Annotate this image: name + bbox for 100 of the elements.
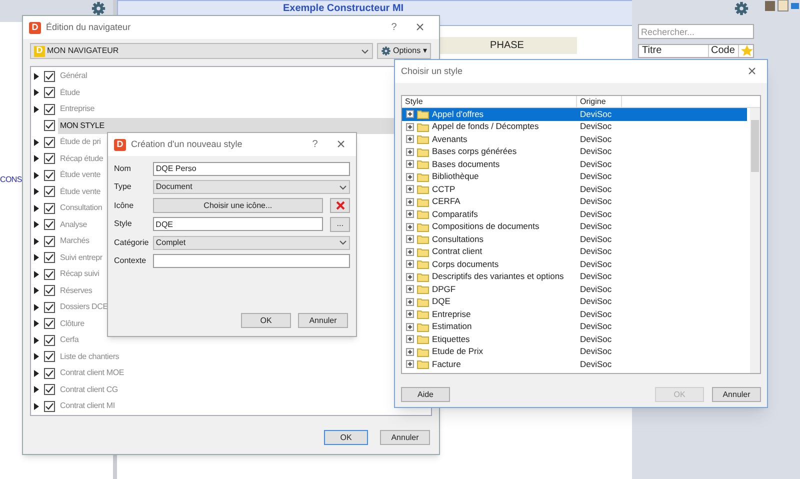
- expand-plus-icon: [406, 110, 414, 118]
- text-field[interactable]: DQE: [152, 217, 324, 232]
- style-origin: DeviSoc: [580, 120, 612, 134]
- cancel-button[interactable]: Annuler: [380, 430, 430, 445]
- choose-icon-button[interactable]: Choisir une icône...: [152, 198, 324, 214]
- checkbox[interactable]: [44, 70, 55, 82]
- checkbox[interactable]: [44, 153, 55, 164]
- style-name: Bases documents: [431, 158, 501, 171]
- checkbox[interactable]: [44, 236, 55, 247]
- style-origin: DeviSoc: [580, 108, 612, 121]
- style-row[interactable]: Corps documents DeviSoc: [402, 258, 747, 270]
- clear-button[interactable]: [330, 198, 350, 214]
- style-row[interactable]: Bibliothèque DeviSoc: [402, 170, 747, 183]
- close-button[interactable]: ×: [743, 64, 761, 79]
- cancel-button[interactable]: Annuler: [298, 313, 348, 328]
- folder-icon: [417, 172, 429, 182]
- style-name: Appel d'offres: [431, 108, 485, 121]
- checkbox[interactable]: [44, 318, 55, 330]
- style-row[interactable]: Etiquettes DeviSoc: [402, 333, 747, 346]
- folder-icon: [417, 209, 429, 220]
- style-row[interactable]: Estimation DeviSoc: [402, 320, 747, 333]
- dropdown[interactable]: Document: [152, 180, 350, 194]
- style-origin: DeviSoc: [580, 345, 612, 358]
- gear-icon: [381, 46, 391, 56]
- style-row[interactable]: Comparatifs DeviSoc: [402, 208, 747, 220]
- style-name: Avenants: [431, 132, 468, 146]
- style-row[interactable]: Contrat client DeviSoc: [402, 246, 747, 258]
- style-row[interactable]: Facture DeviSoc: [402, 358, 747, 370]
- search-field[interactable]: Rechercher...: [638, 24, 754, 39]
- style-origin: DeviSoc: [580, 308, 612, 321]
- style-origin: DeviSoc: [580, 145, 612, 158]
- checkbox[interactable]: [44, 268, 55, 280]
- column-header: Origine: [577, 96, 622, 107]
- checkbox[interactable]: [44, 252, 55, 264]
- close-button[interactable]: ×: [332, 137, 350, 152]
- expand-plus-icon: [406, 148, 414, 156]
- checkbox[interactable]: [44, 302, 55, 313]
- dropdown[interactable]: Complet: [152, 236, 350, 250]
- help-button[interactable]: Aide: [401, 387, 450, 402]
- folder-icon: [417, 334, 429, 344]
- style-row[interactable]: Avenants DeviSoc: [402, 133, 747, 146]
- checkbox[interactable]: [44, 219, 55, 230]
- expand-plus-icon: [406, 310, 414, 318]
- checkbox[interactable]: [44, 170, 55, 181]
- browse-button[interactable]: ...: [330, 216, 350, 232]
- checkbox[interactable]: [44, 400, 55, 412]
- side-text: CONS: [0, 174, 22, 186]
- checkbox[interactable]: [44, 186, 55, 198]
- checkbox[interactable]: [44, 334, 55, 346]
- chevron-down-icon: [339, 184, 347, 190]
- style-name: CERFA: [431, 195, 462, 208]
- checkbox[interactable]: [44, 104, 55, 115]
- style-name: Etude de Prix: [431, 345, 484, 358]
- text-field[interactable]: [152, 254, 350, 268]
- settings-icon[interactable]: [734, 1, 749, 16]
- expand-plus-icon: [406, 260, 414, 268]
- checkbox[interactable]: [44, 351, 55, 362]
- field-label: Catégorie: [114, 236, 150, 249]
- style-row[interactable]: CERFA DeviSoc: [402, 196, 747, 208]
- scrollbar[interactable]: [750, 108, 760, 373]
- style-row[interactable]: Compositions de documents DeviSoc: [402, 220, 747, 233]
- expand-plus-icon: [406, 248, 414, 256]
- style-row[interactable]: Descriptifs des variantes et options DeviSoc: [402, 270, 747, 283]
- style-row[interactable]: Entreprise DeviSoc: [402, 308, 747, 320]
- style-name: Facture: [431, 358, 462, 371]
- style-name: Comparatifs: [431, 208, 479, 221]
- style-origin: DeviSoc: [580, 208, 612, 221]
- style-row[interactable]: Bases documents DeviSoc: [402, 158, 747, 170]
- style-row[interactable]: DQE DeviSoc: [402, 296, 747, 308]
- style-row[interactable]: Bases corps générées DeviSoc: [402, 146, 747, 158]
- style-name: Descriptifs des variantes et options: [431, 270, 565, 284]
- style-row[interactable]: CCTP DeviSoc: [402, 183, 747, 196]
- checkbox[interactable]: [44, 136, 55, 148]
- ok-button[interactable]: OK: [324, 430, 368, 445]
- style-row[interactable]: Consultations DeviSoc: [402, 233, 747, 246]
- checkbox[interactable]: [44, 202, 55, 214]
- ok-button[interactable]: OK: [241, 313, 291, 328]
- help-button[interactable]: ?: [303, 137, 327, 152]
- cancel-button[interactable]: Annuler: [712, 387, 761, 402]
- expand-plus-icon: [406, 360, 414, 368]
- checkbox[interactable]: [44, 368, 55, 379]
- style-name: Etiquettes: [431, 332, 471, 346]
- style-row[interactable]: Appel d'offres DeviSoc: [402, 108, 747, 120]
- app-logo-icon: D: [29, 22, 41, 34]
- style-origin: DeviSoc: [580, 270, 612, 284]
- checkbox[interactable]: [44, 285, 55, 296]
- checkbox[interactable]: [44, 384, 55, 396]
- navigator-dropdown[interactable]: D MON NAVIGATEUR: [30, 43, 373, 59]
- folder-icon: [417, 146, 429, 157]
- checkbox[interactable]: [44, 120, 55, 132]
- expand-plus-icon: [406, 285, 414, 294]
- folder-icon: [417, 109, 429, 120]
- style-row[interactable]: Etude de Prix DeviSoc: [402, 346, 747, 358]
- style-origin: DeviSoc: [580, 320, 612, 334]
- checkbox[interactable]: [44, 87, 55, 98]
- text-field[interactable]: DQE Perso: [152, 162, 350, 176]
- style-name: Consultations: [431, 232, 485, 246]
- options-button[interactable]: Options ▾: [377, 43, 431, 59]
- style-name: Entreprise: [431, 308, 472, 321]
- style-row[interactable]: DPGF DeviSoc: [402, 283, 747, 296]
